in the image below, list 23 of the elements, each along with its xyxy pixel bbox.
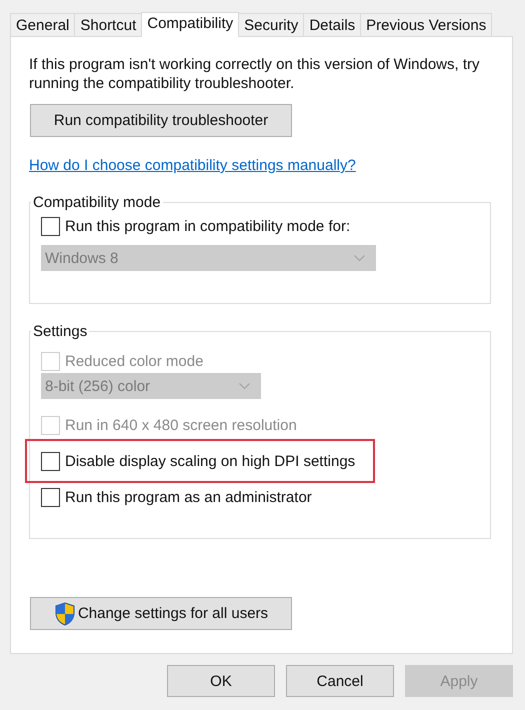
tab[interactable]: General [10, 13, 76, 36]
checkbox[interactable] [41, 452, 60, 470]
tab[interactable]: Security [238, 13, 304, 36]
intro-text: If this program isn't working correctly on this version of Windows, try running the compatibility troubleshooter. [29, 55, 481, 93]
checkbox-label: Reduced color mode [65, 352, 204, 370]
change-settings-button[interactable]: Change settings for all users [30, 597, 292, 630]
shield-icon [54, 602, 76, 626]
checkbox[interactable] [41, 216, 60, 236]
group-title: Compatibility mode [32, 194, 162, 211]
dialog-button[interactable]: Cancel [286, 665, 394, 697]
tab[interactable]: Previous Versions [360, 13, 492, 36]
help-link[interactable]: How do I choose compatibility settings manually? [29, 157, 356, 174]
troubleshooter-button[interactable]: Run compatibility troubleshooter [30, 104, 292, 137]
chevron-down-icon [354, 255, 365, 261]
checkbox-label: Run in 640 x 480 screen resolution [65, 416, 297, 434]
tab[interactable]: Compatibility [141, 12, 240, 37]
checkbox-label: Run this program as an administrator [65, 488, 312, 506]
group-title: Settings [32, 323, 88, 340]
checkbox-label: Run this program in compatibility mode for: [65, 218, 350, 234]
dialog-button[interactable]: OK [167, 665, 275, 697]
checkbox-label: Disable display scaling on high DPI settings [65, 452, 356, 470]
checkbox[interactable] [41, 488, 60, 506]
chevron-down-icon [239, 383, 250, 389]
